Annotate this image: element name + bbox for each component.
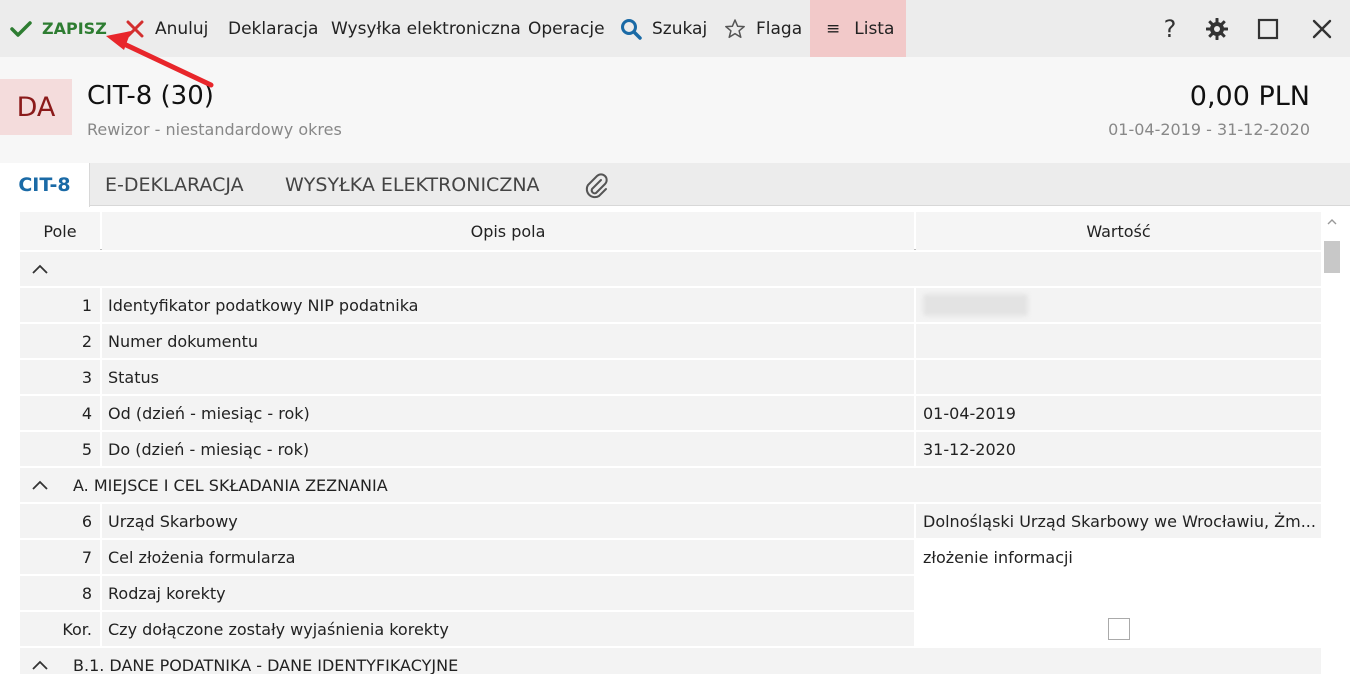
save-button[interactable]: ZAPISZ xyxy=(10,0,107,57)
declaration-menu[interactable]: Deklaracja xyxy=(228,0,318,57)
table-row[interactable]: 2 Numer dokumentu xyxy=(20,324,1321,358)
cancel-button[interactable]: Anuluj xyxy=(125,0,208,57)
toolbar: ZAPISZ Anuluj Deklaracja Wysyłka elektro… xyxy=(0,0,1350,57)
table-row[interactable]: 1 Identyfikator podatkowy NIP podatnika xyxy=(20,288,1321,322)
chevron-up-icon[interactable] xyxy=(20,479,60,491)
table-row[interactable]: Kor. Czy dołączone zostały wyjaśnienia k… xyxy=(20,612,1321,646)
section-label: A. MIEJSCE I CEL SKŁADANIA ZEZNANIA xyxy=(73,475,388,495)
field-value[interactable] xyxy=(916,612,1321,646)
field-value[interactable]: 01-04-2019 xyxy=(916,396,1321,430)
tab-bar: CIT-8 E-DEKLARACJA WYSYŁKA ELEKTRONICZNA xyxy=(0,163,1350,207)
field-number: 3 xyxy=(20,360,100,394)
help-icon[interactable]: ? xyxy=(1152,0,1188,57)
field-description: Cel złożenia formularza xyxy=(102,540,914,574)
field-number: 2 xyxy=(20,324,100,358)
field-number: 6 xyxy=(20,504,100,538)
column-header-opis[interactable]: Opis pola xyxy=(102,212,914,250)
table-row[interactable]: 7 Cel złożenia formularza złożenie infor… xyxy=(20,540,1321,574)
table-row[interactable]: 5 Do (dzień - miesiąc - rok) 31-12-2020 xyxy=(20,432,1321,466)
document-badge: DA xyxy=(0,79,72,135)
vertical-scrollbar[interactable] xyxy=(1323,212,1341,674)
column-header-pole[interactable]: Pole xyxy=(20,212,100,250)
check-icon xyxy=(10,20,42,38)
tab-e-deklaracja[interactable]: E-DEKLARACJA xyxy=(105,163,244,206)
document-header: DA CIT-8 (30) Rewizor - niestandardowy o… xyxy=(0,57,1350,163)
scroll-up-icon[interactable] xyxy=(1323,212,1341,230)
search-icon xyxy=(620,18,652,40)
save-label: ZAPISZ xyxy=(42,19,107,38)
field-value[interactable] xyxy=(916,576,1321,610)
hamburger-icon: ≡ xyxy=(826,18,841,39)
search-label: Szukaj xyxy=(652,18,708,39)
table-header: Pole Opis pola Wartość xyxy=(20,212,1321,250)
flag-button[interactable]: Flaga xyxy=(724,0,802,57)
maximize-icon[interactable] xyxy=(1250,0,1286,57)
document-title: CIT-8 (30) xyxy=(87,81,214,111)
column-header-wartosc[interactable]: Wartość xyxy=(916,212,1321,250)
table-row[interactable]: 3 Status xyxy=(20,360,1321,394)
correction-explanation-checkbox[interactable] xyxy=(1108,618,1130,640)
chevron-up-icon[interactable] xyxy=(20,659,60,671)
field-description: Urząd Skarbowy xyxy=(102,504,914,538)
document-amount: 0,00 PLN xyxy=(1189,81,1310,112)
table-row[interactable]: 4 Od (dzień - miesiąc - rok) 01-04-2019 xyxy=(20,396,1321,430)
field-number: 7 xyxy=(20,540,100,574)
cross-icon xyxy=(125,19,155,39)
field-description: Rodzaj korekty xyxy=(102,576,914,610)
field-value[interactable]: Dolnośląski Urząd Skarbowy we Wrocławiu,… xyxy=(916,504,1321,538)
list-label: Lista xyxy=(854,18,895,39)
field-description: Czy dołączone zostały wyjaśnienia korekt… xyxy=(102,612,914,646)
field-description: Do (dzień - miesiąc - rok) xyxy=(102,432,914,466)
field-number: 5 xyxy=(20,432,100,466)
list-button[interactable]: ≡ Lista xyxy=(810,0,906,57)
nip-value-field[interactable] xyxy=(916,288,1321,322)
document-subtitle: Rewizor - niestandardowy okres xyxy=(87,120,342,139)
field-number: 1 xyxy=(20,288,100,322)
operations-menu[interactable]: Operacje xyxy=(528,0,605,57)
table-row[interactable]: 8 Rodzaj korekty xyxy=(20,576,1321,610)
star-icon xyxy=(724,18,756,40)
flag-label: Flaga xyxy=(756,18,803,39)
section-row[interactable]: A. MIEJSCE I CEL SKŁADANIA ZEZNANIA xyxy=(20,468,1321,502)
section-row[interactable]: B.1. DANE PODATNIKA - DANE IDENTYFIKACYJ… xyxy=(20,648,1321,674)
scroll-thumb[interactable] xyxy=(1324,241,1340,273)
electronic-send-menu[interactable]: Wysyłka elektroniczna xyxy=(331,0,521,57)
field-number: 8 xyxy=(20,576,100,610)
field-description: Identyfikator podatkowy NIP podatnika xyxy=(102,288,914,322)
gear-icon[interactable] xyxy=(1199,0,1235,57)
close-icon[interactable] xyxy=(1304,0,1340,57)
section-row[interactable] xyxy=(20,252,1321,286)
field-value[interactable]: 31-12-2020 xyxy=(916,432,1321,466)
table-row[interactable]: 6 Urząd Skarbowy Dolnośląski Urząd Skarb… xyxy=(20,504,1321,538)
field-description: Od (dzień - miesiąc - rok) xyxy=(102,396,914,430)
cancel-label: Anuluj xyxy=(155,18,209,39)
field-description: Numer dokumentu xyxy=(102,324,914,358)
field-value[interactable] xyxy=(916,324,1321,358)
chevron-up-icon[interactable] xyxy=(20,263,60,275)
redacted-value xyxy=(923,294,1028,316)
section-label: B.1. DANE PODATNIKA - DANE IDENTYFIKACYJ… xyxy=(73,655,459,674)
field-number: 4 xyxy=(20,396,100,430)
field-value[interactable]: złożenie informacji xyxy=(916,540,1321,574)
field-value[interactable] xyxy=(916,360,1321,394)
tab-cit8[interactable]: CIT-8 xyxy=(0,163,90,207)
document-period: 01-04-2019 - 31-12-2020 xyxy=(1108,120,1310,139)
field-number: Kor. xyxy=(20,612,100,646)
search-button[interactable]: Szukaj xyxy=(620,0,707,57)
tab-wysylka-elektroniczna[interactable]: WYSYŁKA ELEKTRONICZNA xyxy=(285,163,540,206)
field-description: Status xyxy=(102,360,914,394)
paperclip-icon[interactable] xyxy=(583,163,609,206)
